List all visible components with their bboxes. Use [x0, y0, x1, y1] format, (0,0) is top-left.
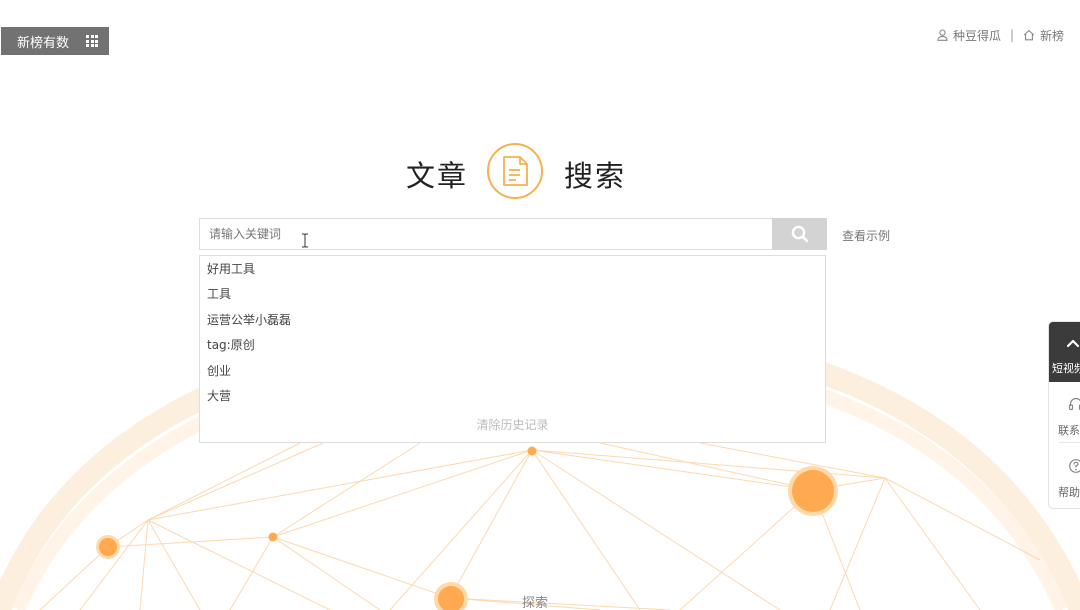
nav-divider: | — [1009, 28, 1014, 42]
network-lines — [39, 439, 1041, 610]
history-item[interactable]: tag:原创 — [200, 333, 825, 358]
search-button[interactable] — [772, 218, 827, 250]
search-icon — [791, 225, 808, 243]
history-item[interactable]: 大营 — [200, 384, 825, 409]
text-cursor-icon — [302, 233, 308, 248]
node-small-a — [268, 532, 278, 542]
contact-button[interactable]: 联系 — [1049, 384, 1080, 442]
user-icon — [937, 29, 948, 41]
home-label: 新榜 — [1040, 28, 1065, 43]
title-left-text: 文章 — [406, 159, 469, 193]
node-small-b — [527, 446, 537, 456]
document-icon — [487, 143, 543, 199]
history-item[interactable]: 运营公举小磊磊 — [200, 308, 825, 333]
search-input[interactable] — [199, 218, 773, 250]
brand-menu-button[interactable]: 新榜有数 — [1, 27, 109, 55]
home-icon — [1023, 29, 1035, 41]
history-item[interactable]: 创业 — [200, 359, 825, 384]
explore-label[interactable]: 探索 — [522, 592, 548, 610]
help-button[interactable]: 帮助 — [1049, 446, 1080, 504]
title-right-text: 搜索 — [564, 159, 627, 193]
top-nav: 种豆得瓜 | 新榜 — [937, 27, 1080, 43]
chevron-up-icon — [1066, 339, 1080, 348]
contact-label: 联系 — [1058, 424, 1080, 437]
headset-icon — [1068, 397, 1080, 411]
brand-label: 新榜有数 — [17, 35, 70, 51]
grid-icon — [86, 35, 98, 47]
home-link[interactable]: 新榜 — [1023, 27, 1080, 44]
short-video-label: 短视频 — [1052, 362, 1080, 375]
search-history-dropdown: 好用工具 工具 运营公举小磊磊 tag:原创 创业 大营 清除历史记录 — [199, 255, 826, 443]
history-list: 好用工具 工具 运营公举小磊磊 tag:原创 创业 大营 — [200, 257, 825, 409]
node-large-core — [792, 470, 834, 512]
user-link[interactable]: 种豆得瓜 — [937, 27, 1001, 44]
help-label: 帮助 — [1058, 486, 1080, 499]
panel-divider — [1059, 442, 1080, 443]
side-float-panel: 短视频 联系 帮助 — [1048, 321, 1080, 509]
user-name: 种豆得瓜 — [952, 28, 1001, 43]
history-item[interactable]: 工具 — [200, 282, 825, 307]
node-left-core — [99, 538, 117, 556]
clear-history-button[interactable]: 清除历史记录 — [200, 416, 825, 433]
history-item[interactable]: 好用工具 — [200, 257, 825, 282]
page-title: 文章 搜索 — [0, 141, 1080, 201]
help-icon — [1069, 459, 1080, 473]
search-bar — [199, 218, 827, 250]
short-video-button[interactable]: 短视频 — [1049, 322, 1080, 382]
view-example-link[interactable]: 查看示例 — [842, 227, 890, 244]
